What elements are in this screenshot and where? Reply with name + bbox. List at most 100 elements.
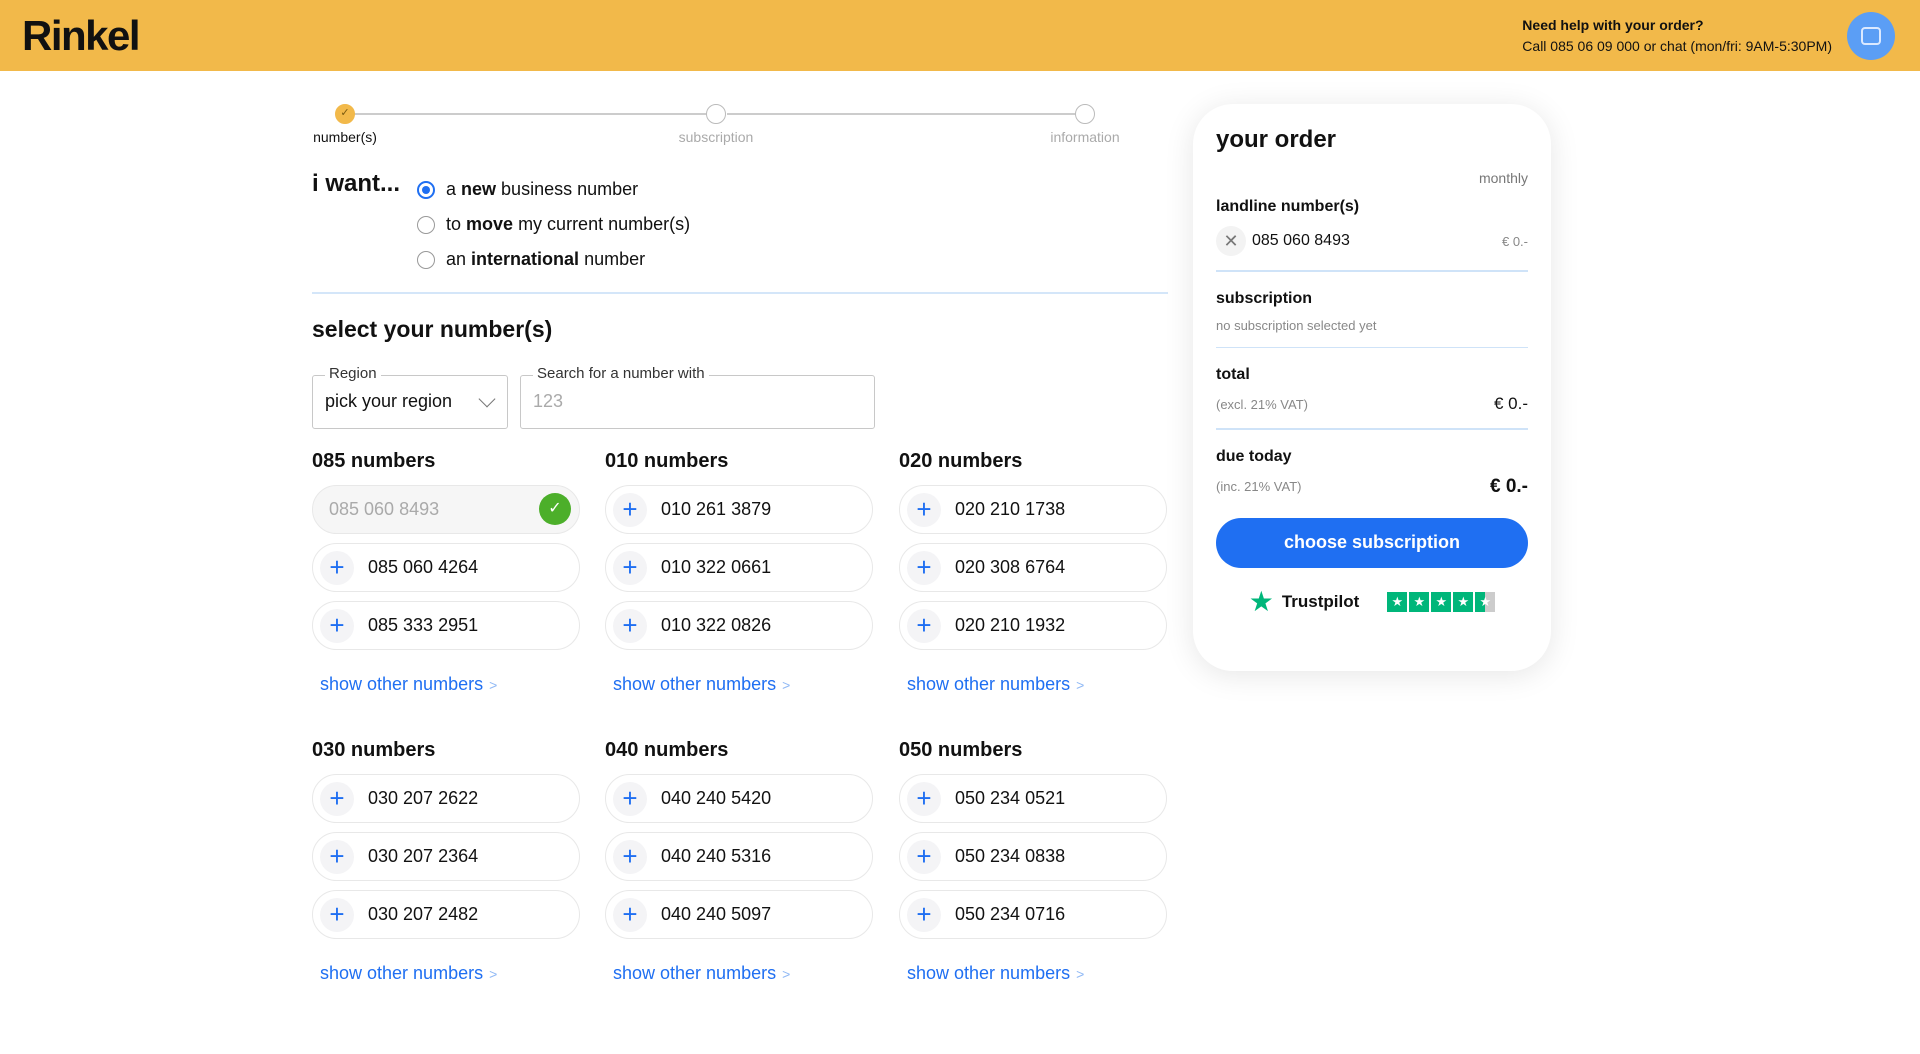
number-text: 085 060 4264 (368, 557, 479, 577)
trustpilot-rating[interactable]: ★ Trustpilot ★ ★ ★ ★ ★ (1216, 587, 1528, 615)
show-other-numbers-link[interactable]: show other numbers > (320, 963, 580, 984)
group-title: 050 numbers (899, 739, 1023, 761)
total-vat-note: (excl. 21% VAT) (1216, 396, 1308, 412)
plus-icon: + (613, 608, 647, 643)
number-option[interactable]: +085 333 2951 (312, 601, 580, 650)
check-icon: ✓ (335, 104, 355, 124)
show-other-numbers-link[interactable]: show other numbers > (613, 963, 873, 984)
plus-icon: + (320, 608, 354, 643)
choose-subscription-button[interactable]: choose subscription (1216, 517, 1528, 568)
show-other-numbers-link[interactable]: show other numbers > (613, 674, 873, 695)
chat-icon (1861, 27, 1881, 45)
step-connector (727, 113, 1080, 115)
help-info: Need help with your order? Call 085 06 0… (1522, 15, 1832, 57)
show-other-numbers-link[interactable]: show other numbers > (320, 674, 580, 695)
number-search-input[interactable]: Search for a number with 123 (520, 365, 875, 429)
radio-text: number (579, 249, 646, 269)
number-text: 030 207 2622 (368, 788, 479, 808)
plus-icon: + (907, 550, 941, 585)
plus-icon: + (907, 492, 941, 527)
chevron-right-icon: > (1076, 677, 1085, 693)
total-title: total (1216, 366, 1250, 383)
number-text: 050 234 0716 (955, 904, 1066, 924)
number-text: 040 240 5097 (661, 904, 772, 924)
rating-stars: ★ ★ ★ ★ ★ (1387, 591, 1496, 612)
order-summary-card: your order monthly landline number(s) ✕ 0… (1193, 104, 1551, 671)
number-text: 030 207 2364 (368, 846, 479, 866)
number-option[interactable]: +010 322 0826 (605, 601, 873, 650)
number-option[interactable]: +010 261 3879 (605, 485, 873, 534)
region-label: Region (325, 365, 381, 382)
number-text: 020 308 6764 (955, 557, 1066, 577)
number-option[interactable]: +020 210 1738 (899, 485, 1167, 534)
plus-icon: + (320, 550, 354, 585)
radio-international-number[interactable]: an international number (417, 242, 690, 277)
link-text: show other numbers (613, 674, 777, 694)
number-text: 040 240 5316 (661, 846, 772, 866)
plus-icon: + (320, 897, 354, 932)
number-group: 020 numbers +020 210 1738 +020 308 6764 +02… (899, 450, 1167, 695)
radio-text-bold: new (461, 179, 497, 199)
number-group: 050 numbers +050 234 0521 +050 234 0838 +05… (899, 739, 1167, 984)
remove-number-button[interactable]: ✕ (1216, 226, 1246, 256)
number-text: 010 322 0826 (661, 615, 772, 635)
number-option[interactable]: +040 240 5420 (605, 774, 873, 823)
link-text: show other numbers (320, 674, 484, 694)
number-text: 010 322 0661 (661, 557, 772, 577)
number-option[interactable]: +050 234 0716 (899, 890, 1167, 939)
number-option[interactable]: +030 207 2622 (312, 774, 580, 823)
radio-new-number[interactable]: a new business number (417, 172, 690, 207)
number-option-selected[interactable]: 085 060 8493 ✓ (312, 485, 580, 534)
link-text: show other numbers (907, 674, 1071, 694)
number-option[interactable]: +085 060 4264 (312, 543, 580, 592)
plus-icon: + (613, 781, 647, 816)
chevron-right-icon: > (489, 966, 498, 982)
due-vat-note: (inc. 21% VAT) (1216, 479, 1302, 494)
order-title: your order (1216, 126, 1337, 153)
region-select[interactable]: Region pick your region (312, 365, 508, 429)
show-other-numbers-link[interactable]: show other numbers > (907, 963, 1167, 984)
plus-icon: + (320, 839, 354, 874)
number-option[interactable]: +020 210 1932 (899, 601, 1167, 650)
chat-button[interactable] (1847, 12, 1895, 60)
search-label: Search for a number with (533, 365, 709, 382)
progress-stepper: ✓ number(s) subscription information (312, 102, 1124, 152)
star-icon: ★ (1431, 591, 1452, 612)
step-numbers: ✓ number(s) (290, 102, 400, 145)
step-subscription: subscription (661, 102, 771, 145)
step-label: subscription (678, 129, 754, 145)
landline-title: landline number(s) (1216, 198, 1360, 215)
check-icon: ✓ (539, 493, 571, 525)
due-today-value: € 0.- (1489, 475, 1528, 497)
radio-selected-icon (417, 180, 435, 199)
number-text: 010 261 3879 (661, 499, 772, 519)
i-want-label: i want... (312, 170, 401, 197)
number-option[interactable]: +030 207 2364 (312, 832, 580, 881)
number-option[interactable]: +010 322 0661 (605, 543, 873, 592)
chevron-right-icon: > (489, 677, 498, 693)
radio-icon (417, 250, 435, 269)
number-text: 050 234 0838 (955, 846, 1066, 866)
number-type-radio-group: a new business number to move my current… (417, 172, 690, 277)
step-label: information (1050, 129, 1120, 145)
due-today-title: due today (1216, 447, 1292, 465)
radio-text: my current number(s) (513, 214, 691, 234)
step-dot (706, 104, 726, 124)
number-option[interactable]: +050 234 0521 (899, 774, 1167, 823)
rinkel-logo[interactable]: Rinkel (22, 12, 141, 60)
group-title: 040 numbers (605, 739, 729, 761)
number-option[interactable]: +030 207 2482 (312, 890, 580, 939)
plus-icon: + (613, 492, 647, 527)
plus-icon: + (613, 839, 647, 874)
number-option[interactable]: +050 234 0838 (899, 832, 1167, 881)
number-option[interactable]: +040 240 5316 (605, 832, 873, 881)
chevron-right-icon: > (1076, 966, 1085, 982)
show-other-numbers-link[interactable]: show other numbers > (907, 674, 1167, 695)
number-option[interactable]: +040 240 5097 (605, 890, 873, 939)
chevron-down-icon (478, 390, 496, 408)
region-value: pick your region (325, 391, 453, 411)
star-icon: ★ (1409, 591, 1430, 612)
radio-text: to (446, 214, 462, 234)
radio-move-number[interactable]: to move my current number(s) (417, 207, 690, 242)
number-option[interactable]: +020 308 6764 (899, 543, 1167, 592)
